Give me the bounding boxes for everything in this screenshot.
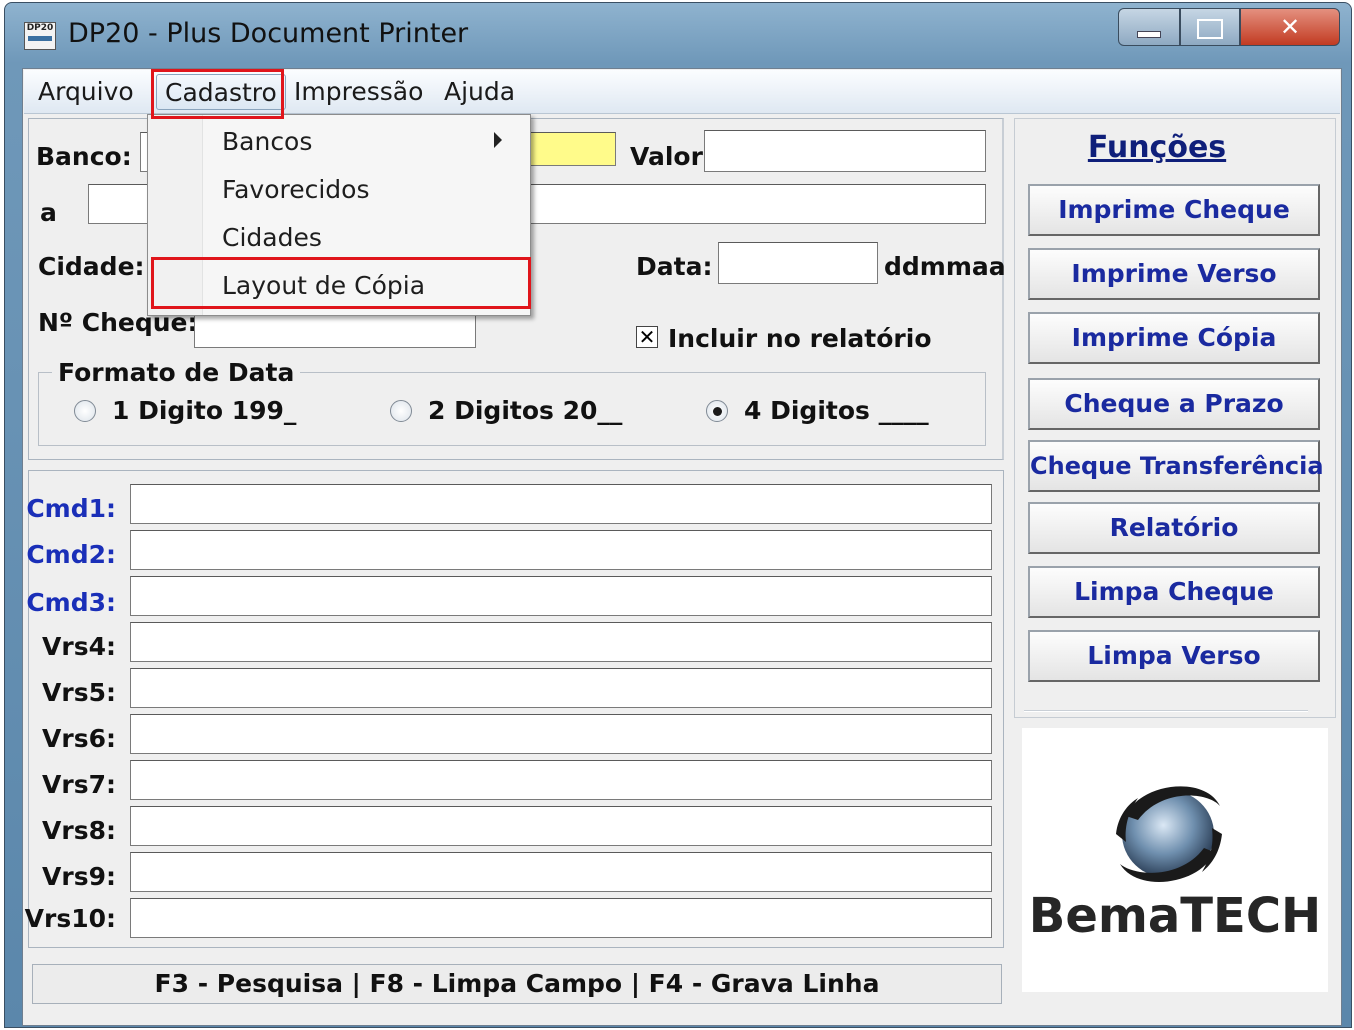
- cmd3-label: Cmd3:: [26, 588, 116, 617]
- relatorio-button[interactable]: Relatório: [1028, 502, 1320, 554]
- bematech-logo-text: BemaTECH: [1028, 888, 1322, 944]
- menu-ajuda[interactable]: Ajuda: [436, 74, 523, 110]
- incluir-label: Incluir no relatório: [668, 324, 932, 353]
- cidade-label: Cidade:: [38, 252, 145, 281]
- status-shortcuts-text: F3 - Pesquisa | F8 - Limpa Campo | F4 - …: [154, 969, 880, 998]
- cmd3-field[interactable]: [130, 576, 992, 616]
- vrs4-label: Vrs4:: [42, 632, 116, 661]
- cheque-a-prazo-button[interactable]: Cheque a Prazo: [1028, 378, 1320, 430]
- favorecido-name-field[interactable]: [526, 184, 986, 224]
- highlight-box-layout-copia: [151, 257, 531, 309]
- dropdown-item-cidades[interactable]: Cidades: [222, 218, 322, 258]
- window-title: DP20 - Plus Document Printer: [68, 18, 469, 49]
- limpa-verso-button[interactable]: Limpa Verso: [1028, 630, 1320, 682]
- submenu-arrow-icon: [494, 132, 502, 148]
- minimize-icon: [1137, 31, 1161, 38]
- valor-label: Valor:: [630, 142, 713, 171]
- cmd2-field[interactable]: [130, 530, 992, 570]
- close-icon: ✕: [1279, 13, 1301, 41]
- menu-impressao[interactable]: Impressão: [286, 74, 431, 110]
- vrs5-field[interactable]: [130, 668, 992, 708]
- radio-4-digitos-label: 4 Digitos ____: [744, 396, 929, 425]
- banco-label: Banco:: [36, 142, 132, 171]
- vrs4-field[interactable]: [130, 622, 992, 662]
- banco-name-field[interactable]: [526, 132, 616, 166]
- minimize-button[interactable]: [1118, 8, 1180, 46]
- data-field[interactable]: [718, 242, 878, 284]
- dropdown-item-favorecidos[interactable]: Favorecidos: [222, 170, 370, 210]
- limpa-cheque-button[interactable]: Limpa Cheque: [1028, 566, 1320, 618]
- vrs8-label: Vrs8:: [42, 816, 116, 845]
- vrs10-label: Vrs10:: [24, 904, 116, 933]
- menu-arquivo[interactable]: Arquivo: [30, 74, 142, 110]
- radio-2-digitos-label: 2 Digitos 20__: [428, 396, 623, 425]
- imprime-cheque-button[interactable]: Imprime Cheque: [1028, 184, 1320, 236]
- cmd1-label: Cmd1:: [26, 494, 116, 523]
- functions-title: Funções: [1087, 130, 1227, 165]
- vrs6-field[interactable]: [130, 714, 992, 754]
- app-icon-label: DP20: [26, 23, 54, 33]
- radio-4-digitos[interactable]: [706, 400, 728, 422]
- dropdown-item-bancos[interactable]: Bancos: [222, 122, 312, 162]
- imprime-verso-button[interactable]: Imprime Verso: [1028, 248, 1320, 300]
- vrs7-field[interactable]: [130, 760, 992, 800]
- maximize-button[interactable]: [1180, 8, 1240, 46]
- cmd2-label: Cmd2:: [26, 540, 116, 569]
- bematech-logo-icon: [1116, 786, 1222, 882]
- vrs7-label: Vrs7:: [42, 770, 116, 799]
- highlight-box-cadastro: [151, 69, 284, 119]
- valor-field[interactable]: [704, 130, 986, 172]
- formato-data-title: Formato de Data: [52, 358, 301, 387]
- data-label: Data:: [636, 252, 713, 281]
- radio-1-digito-label: 1 Digito 199_: [112, 396, 297, 425]
- cheque-transferencia-button[interactable]: Cheque Transferência: [1028, 440, 1324, 492]
- vrs8-field[interactable]: [130, 806, 992, 846]
- imprime-copia-button[interactable]: Imprime Cópia: [1028, 312, 1320, 364]
- radio-1-digito[interactable]: [74, 400, 96, 422]
- vrs10-field[interactable]: [130, 898, 992, 938]
- a-label: a: [40, 198, 57, 227]
- vrs9-field[interactable]: [130, 852, 992, 892]
- app-icon[interactable]: DP20: [24, 22, 56, 50]
- radio-2-digitos[interactable]: [390, 400, 412, 422]
- incluir-checkbox[interactable]: ✕: [636, 326, 658, 348]
- maximize-icon: [1197, 19, 1223, 39]
- cmd1-field[interactable]: [130, 484, 992, 524]
- favorecido-field[interactable]: [88, 184, 148, 224]
- vrs9-label: Vrs9:: [42, 862, 116, 891]
- functions-divider: [1024, 710, 1308, 712]
- close-button[interactable]: ✕: [1240, 8, 1340, 46]
- vrs6-label: Vrs6:: [42, 724, 116, 753]
- vrs5-label: Vrs5:: [42, 678, 116, 707]
- data-format-hint: ddmmaa: [884, 252, 1006, 281]
